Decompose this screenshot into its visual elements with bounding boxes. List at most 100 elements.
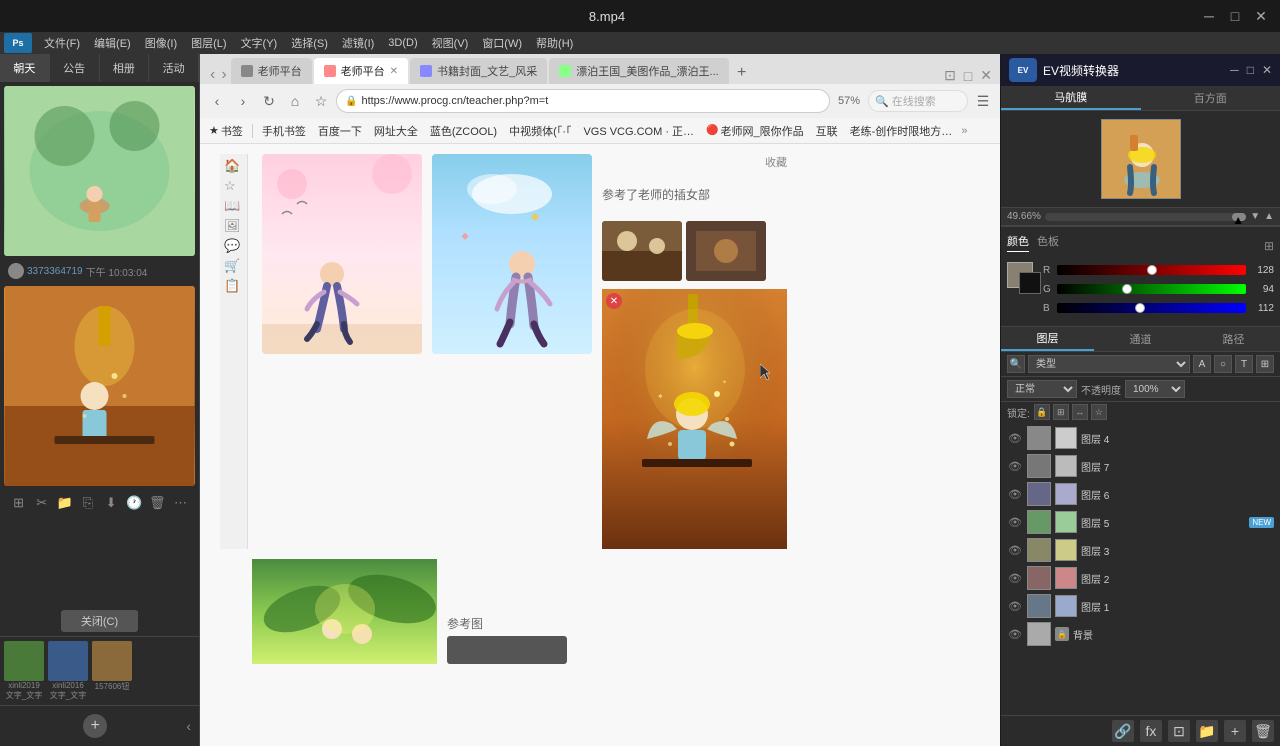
layer-item-4[interactable]: 👁 图层 4: [1001, 424, 1280, 452]
layer-item-2[interactable]: 👁 图层 2: [1001, 564, 1280, 592]
menu-file[interactable]: 文件(F): [38, 32, 86, 54]
lock-icon-3[interactable]: ↔: [1072, 404, 1088, 420]
browser-min-btn[interactable]: ⊡: [944, 67, 956, 84]
ev-min[interactable]: ─: [1230, 63, 1239, 77]
channel-tab[interactable]: 通道: [1094, 327, 1187, 351]
tool-chat[interactable]: 💬: [224, 238, 243, 254]
path-tab[interactable]: 路径: [1187, 327, 1280, 351]
taskbar-thumb-3[interactable]: [92, 641, 132, 681]
new-tab-button[interactable]: +: [731, 62, 753, 84]
layer-tool-icon-b[interactable]: ○: [1214, 355, 1232, 373]
close-popup-btn[interactable]: ✕: [606, 293, 622, 309]
layer-tab[interactable]: 图层: [1001, 327, 1094, 351]
ev-max[interactable]: □: [1247, 63, 1254, 77]
tool-star[interactable]: ☆: [224, 178, 243, 194]
green-illustration[interactable]: [252, 559, 437, 664]
g-slider[interactable]: [1057, 284, 1246, 294]
bg-swatch[interactable]: [1019, 272, 1041, 294]
menu-view[interactable]: 视图(V): [426, 32, 475, 54]
layer-eye-6[interactable]: 👁: [1007, 486, 1023, 502]
layer-item-7[interactable]: 👁 图层 7: [1001, 452, 1280, 480]
menu-window[interactable]: 窗口(W): [476, 32, 528, 54]
link-layers-btn[interactable]: 🔗: [1112, 720, 1134, 742]
layer-tool-search[interactable]: 🔍: [1007, 355, 1025, 373]
gallery-item-1[interactable]: [4, 86, 195, 256]
nav-menu-btn[interactable]: ☰: [972, 90, 994, 112]
brown-illustration[interactable]: ✦ ✦: [602, 289, 787, 549]
walk-illus-card-2[interactable]: [432, 154, 592, 354]
ps-canvas-thumbnail[interactable]: [1101, 119, 1181, 199]
ref-photo-2[interactable]: [686, 221, 766, 281]
zoom-slider[interactable]: ▲: [1045, 213, 1246, 221]
blend-mode-select[interactable]: 正常: [1007, 380, 1077, 398]
bookmark-item-8[interactable]: 互联: [813, 123, 841, 139]
tab-活动[interactable]: 活动: [149, 54, 199, 82]
g-thumb[interactable]: [1122, 284, 1132, 294]
menu-select[interactable]: 选择(S): [285, 32, 334, 54]
tool-browse[interactable]: 🏠: [224, 158, 243, 174]
layer-eye-4[interactable]: 👁: [1007, 430, 1023, 446]
zoom-slider-up[interactable]: ▲: [1232, 213, 1246, 221]
add-effect-btn[interactable]: fx: [1140, 720, 1162, 742]
bookmark-item-0[interactable]: ★ 书签: [206, 123, 246, 139]
opacity-select[interactable]: 100%: [1125, 380, 1185, 398]
layer-item-bg[interactable]: 👁 🔒 背景: [1001, 620, 1280, 648]
browser-tab-1[interactable]: 老师平台 ✕: [314, 58, 408, 84]
action-download-icon[interactable]: ⬇: [102, 494, 120, 512]
bookmark-item-7[interactable]: 🔴 老师网_限你作品: [703, 123, 807, 139]
layer-eye-7[interactable]: 👁: [1007, 458, 1023, 474]
tab-公告[interactable]: 公告: [50, 54, 100, 82]
tab-相册[interactable]: 相册: [100, 54, 150, 82]
ps-tab-1[interactable]: 百方面: [1141, 86, 1280, 110]
b-slider[interactable]: [1057, 303, 1246, 313]
gallery-item-2[interactable]: [4, 286, 195, 486]
tool-cart[interactable]: 🛒: [224, 258, 243, 274]
layer-eye-bg[interactable]: 👁: [1007, 626, 1023, 642]
action-cut-icon[interactable]: ✂: [33, 494, 51, 512]
layer-eye-3[interactable]: 👁: [1007, 542, 1023, 558]
bookmark-item-2[interactable]: 百度一下: [315, 123, 365, 139]
tab-close-1[interactable]: ✕: [390, 66, 398, 77]
layer-eye-1[interactable]: 👁: [1007, 598, 1023, 614]
layer-item-5[interactable]: 👁 图层 5 NEW: [1001, 508, 1280, 536]
browser-tab-2[interactable]: 书籍封面_文艺_风采: [410, 58, 547, 84]
ref-photo-1[interactable]: [602, 221, 682, 281]
action-folder-icon[interactable]: 📁: [56, 494, 74, 512]
left-arrow[interactable]: ‹: [184, 716, 193, 736]
tab-朝天[interactable]: 朝天: [0, 54, 50, 82]
nav-next-btn[interactable]: ›: [232, 90, 254, 112]
action-copy-icon[interactable]: ⎘: [79, 494, 97, 512]
user-link[interactable]: 3373364719: [27, 266, 83, 277]
bookmark-item-9[interactable]: 老练-创作时限地方…: [847, 123, 956, 139]
ps-tab-0[interactable]: 马航膜: [1001, 86, 1141, 110]
bookmark-item-4[interactable]: 蓝色(ZCOOL): [427, 123, 500, 139]
new-layer-btn[interactable]: +: [1224, 720, 1246, 742]
bookmark-item-3[interactable]: 网址大全: [371, 123, 421, 139]
r-slider[interactable]: [1057, 265, 1246, 275]
action-screen-icon[interactable]: ⊞: [10, 494, 28, 512]
taskbar-thumb-2[interactable]: [48, 641, 88, 681]
nav-refresh-btn[interactable]: ↻: [258, 90, 280, 112]
taskbar-thumb-1[interactable]: [4, 641, 44, 681]
zoom-down-btn[interactable]: ▼: [1250, 211, 1260, 222]
color-tab-色板[interactable]: 色板: [1037, 233, 1059, 252]
menu-image[interactable]: 图像(I): [139, 32, 183, 54]
forward-button[interactable]: ›: [219, 66, 228, 84]
layer-tool-icon-d[interactable]: ⊞: [1256, 355, 1274, 373]
layer-type-select[interactable]: 类型: [1028, 355, 1190, 373]
lock-icon-4[interactable]: ☆: [1091, 404, 1107, 420]
layer-tool-icon-a[interactable]: A: [1193, 355, 1211, 373]
layer-item-3[interactable]: 👁 图层 3: [1001, 536, 1280, 564]
menu-text[interactable]: 文字(Y): [235, 32, 284, 54]
action-more-icon[interactable]: ⋯: [171, 494, 189, 512]
menu-help[interactable]: 帮助(H): [530, 32, 579, 54]
tool-note[interactable]: 📋: [224, 278, 243, 294]
menu-layer[interactable]: 图层(L): [185, 32, 232, 54]
create-group-btn[interactable]: 📁: [1196, 720, 1218, 742]
browser-close-btn[interactable]: ✕: [980, 67, 992, 84]
bookmark-overflow[interactable]: »: [961, 125, 967, 137]
minimize-button[interactable]: ─: [1202, 9, 1216, 23]
color-expand-icon[interactable]: ⊞: [1264, 239, 1274, 253]
address-bar[interactable]: 🔒 https://www.procg.cn/teacher.php?m=t: [336, 89, 830, 113]
ev-close[interactable]: ✕: [1262, 63, 1272, 77]
